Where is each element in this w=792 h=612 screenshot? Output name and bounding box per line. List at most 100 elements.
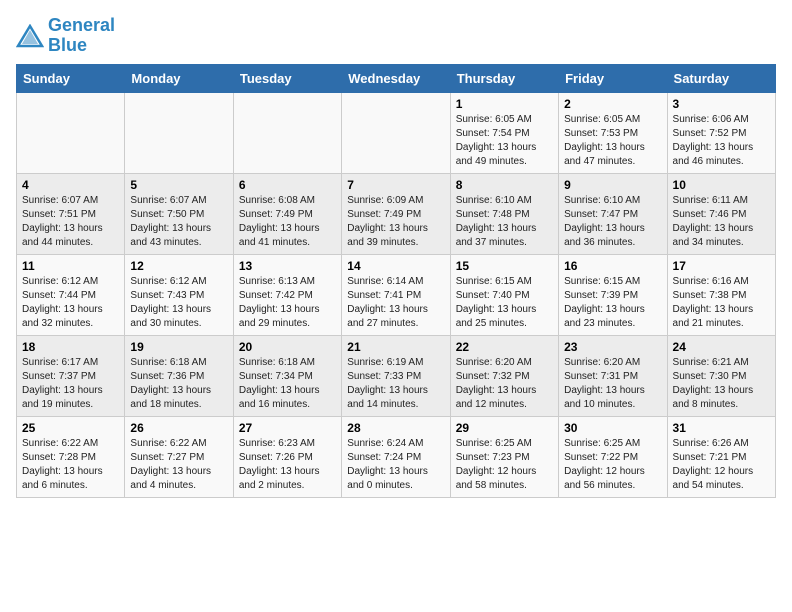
calendar-cell: 23Sunrise: 6:20 AM Sunset: 7:31 PM Dayli… [559,335,667,416]
day-info: Sunrise: 6:10 AM Sunset: 7:48 PM Dayligh… [456,194,553,250]
day-number: 10 [673,178,770,192]
day-number: 27 [239,421,336,435]
calendar-cell: 30 Sunrise: 6:25 AM Sunset: 7:22 PM Dayli… [559,416,667,497]
calendar-cell: 28 Sunrise: 6:24 AM Sunset: 7:24 PM Dayli… [342,416,450,497]
calendar-cell [125,92,233,173]
page-header: General Blue [16,16,776,56]
calendar-cell [17,92,125,173]
day-number: 11 [22,259,119,273]
day-number: 7 [347,178,444,192]
day-number: 16 [564,259,661,273]
calendar-cell: 13 Sunrise: 6:13 AM Sunset: 7:42 PM Dayli… [233,254,341,335]
day-info: Sunrise: 6:24 AM Sunset: 7:24 PM Dayligh… [347,437,444,493]
calendar-cell: 16 Sunrise: 6:15 AM Sunset: 7:39 PM Dayli… [559,254,667,335]
day-number: 6 [239,178,336,192]
week-row-2: 11 Sunrise: 6:12 AM Sunset: 7:44 PM Dayli… [17,254,776,335]
logo-text: General Blue [48,16,115,56]
col-header-sunday: Sunday [17,64,125,92]
day-info: Sunrise: 6:20 AM Sunset: 7:31 PM Dayligh… [564,356,661,412]
day-number: 28 [347,421,444,435]
day-number: 1 [456,97,553,111]
col-header-friday: Friday [559,64,667,92]
day-info: Sunrise: 6:10 AM Sunset: 7:47 PM Dayligh… [564,194,661,250]
day-number: 2 [564,97,661,111]
logo-icon [16,24,44,48]
calendar-cell: 31 Sunrise: 6:26 AM Sunset: 7:21 PM Dayli… [667,416,775,497]
day-number: 9 [564,178,661,192]
day-info: Sunrise: 6:08 AM Sunset: 7:49 PM Dayligh… [239,194,336,250]
week-row-0: 1 Sunrise: 6:05 AM Sunset: 7:54 PM Daylig… [17,92,776,173]
day-info: Sunrise: 6:25 AM Sunset: 7:23 PM Dayligh… [456,437,553,493]
day-info: Sunrise: 6:11 AM Sunset: 7:46 PM Dayligh… [673,194,770,250]
day-number: 22 [456,340,553,354]
col-header-thursday: Thursday [450,64,558,92]
day-number: 31 [673,421,770,435]
day-number: 4 [22,178,119,192]
calendar-cell: 3 Sunrise: 6:06 AM Sunset: 7:52 PM Daylig… [667,92,775,173]
calendar-cell [342,92,450,173]
day-info: Sunrise: 6:05 AM Sunset: 7:53 PM Dayligh… [564,113,661,169]
day-info: Sunrise: 6:07 AM Sunset: 7:51 PM Dayligh… [22,194,119,250]
day-info: Sunrise: 6:18 AM Sunset: 7:36 PM Dayligh… [130,356,227,412]
calendar-cell: 25Sunrise: 6:22 AM Sunset: 7:28 PM Dayli… [17,416,125,497]
day-info: Sunrise: 6:12 AM Sunset: 7:44 PM Dayligh… [22,275,119,331]
day-info: Sunrise: 6:17 AM Sunset: 7:37 PM Dayligh… [22,356,119,412]
week-row-4: 25Sunrise: 6:22 AM Sunset: 7:28 PM Dayli… [17,416,776,497]
calendar-cell: 9 Sunrise: 6:10 AM Sunset: 7:47 PM Daylig… [559,173,667,254]
calendar-cell: 11 Sunrise: 6:12 AM Sunset: 7:44 PM Dayli… [17,254,125,335]
day-info: Sunrise: 6:09 AM Sunset: 7:49 PM Dayligh… [347,194,444,250]
calendar-cell: 15 Sunrise: 6:15 AM Sunset: 7:40 PM Dayli… [450,254,558,335]
day-info: Sunrise: 6:06 AM Sunset: 7:52 PM Dayligh… [673,113,770,169]
day-info: Sunrise: 6:15 AM Sunset: 7:40 PM Dayligh… [456,275,553,331]
day-number: 13 [239,259,336,273]
calendar-cell: 27 Sunrise: 6:23 AM Sunset: 7:26 PM Dayli… [233,416,341,497]
day-info: Sunrise: 6:25 AM Sunset: 7:22 PM Dayligh… [564,437,661,493]
week-row-3: 18Sunrise: 6:17 AM Sunset: 7:37 PM Dayli… [17,335,776,416]
col-header-tuesday: Tuesday [233,64,341,92]
calendar-cell: 1 Sunrise: 6:05 AM Sunset: 7:54 PM Daylig… [450,92,558,173]
day-number: 25 [22,421,119,435]
col-header-wednesday: Wednesday [342,64,450,92]
day-number: 15 [456,259,553,273]
day-info: Sunrise: 6:05 AM Sunset: 7:54 PM Dayligh… [456,113,553,169]
logo: General Blue [16,16,115,56]
calendar-cell: 19Sunrise: 6:18 AM Sunset: 7:36 PM Dayli… [125,335,233,416]
calendar-cell: 8 Sunrise: 6:10 AM Sunset: 7:48 PM Daylig… [450,173,558,254]
day-number: 8 [456,178,553,192]
day-number: 5 [130,178,227,192]
day-number: 30 [564,421,661,435]
day-info: Sunrise: 6:18 AM Sunset: 7:34 PM Dayligh… [239,356,336,412]
calendar-cell: 24Sunrise: 6:21 AM Sunset: 7:30 PM Dayli… [667,335,775,416]
day-info: Sunrise: 6:23 AM Sunset: 7:26 PM Dayligh… [239,437,336,493]
day-info: Sunrise: 6:20 AM Sunset: 7:32 PM Dayligh… [456,356,553,412]
day-info: Sunrise: 6:19 AM Sunset: 7:33 PM Dayligh… [347,356,444,412]
calendar-cell: 20 Sunrise: 6:18 AM Sunset: 7:34 PM Dayli… [233,335,341,416]
calendar-cell: 2 Sunrise: 6:05 AM Sunset: 7:53 PM Daylig… [559,92,667,173]
calendar-table: SundayMondayTuesdayWednesdayThursdayFrid… [16,64,776,498]
day-number: 24 [673,340,770,354]
week-row-1: 4 Sunrise: 6:07 AM Sunset: 7:51 PM Daylig… [17,173,776,254]
day-info: Sunrise: 6:13 AM Sunset: 7:42 PM Dayligh… [239,275,336,331]
calendar-cell: 18Sunrise: 6:17 AM Sunset: 7:37 PM Dayli… [17,335,125,416]
day-info: Sunrise: 6:15 AM Sunset: 7:39 PM Dayligh… [564,275,661,331]
day-info: Sunrise: 6:26 AM Sunset: 7:21 PM Dayligh… [673,437,770,493]
day-info: Sunrise: 6:12 AM Sunset: 7:43 PM Dayligh… [130,275,227,331]
calendar-cell [233,92,341,173]
calendar-cell: 4 Sunrise: 6:07 AM Sunset: 7:51 PM Daylig… [17,173,125,254]
calendar-cell: 21 Sunrise: 6:19 AM Sunset: 7:33 PM Dayli… [342,335,450,416]
day-number: 20 [239,340,336,354]
day-info: Sunrise: 6:07 AM Sunset: 7:50 PM Dayligh… [130,194,227,250]
day-number: 21 [347,340,444,354]
calendar-cell: 26Sunrise: 6:22 AM Sunset: 7:27 PM Dayli… [125,416,233,497]
day-number: 29 [456,421,553,435]
calendar-cell: 22 Sunrise: 6:20 AM Sunset: 7:32 PM Dayli… [450,335,558,416]
calendar-cell: 29 Sunrise: 6:25 AM Sunset: 7:23 PM Dayli… [450,416,558,497]
calendar-cell: 12 Sunrise: 6:12 AM Sunset: 7:43 PM Dayli… [125,254,233,335]
calendar-cell: 14Sunrise: 6:14 AM Sunset: 7:41 PM Dayli… [342,254,450,335]
day-number: 17 [673,259,770,273]
calendar-cell: 10 Sunrise: 6:11 AM Sunset: 7:46 PM Dayli… [667,173,775,254]
day-number: 12 [130,259,227,273]
day-number: 14 [347,259,444,273]
calendar-cell: 6 Sunrise: 6:08 AM Sunset: 7:49 PM Daylig… [233,173,341,254]
day-number: 3 [673,97,770,111]
